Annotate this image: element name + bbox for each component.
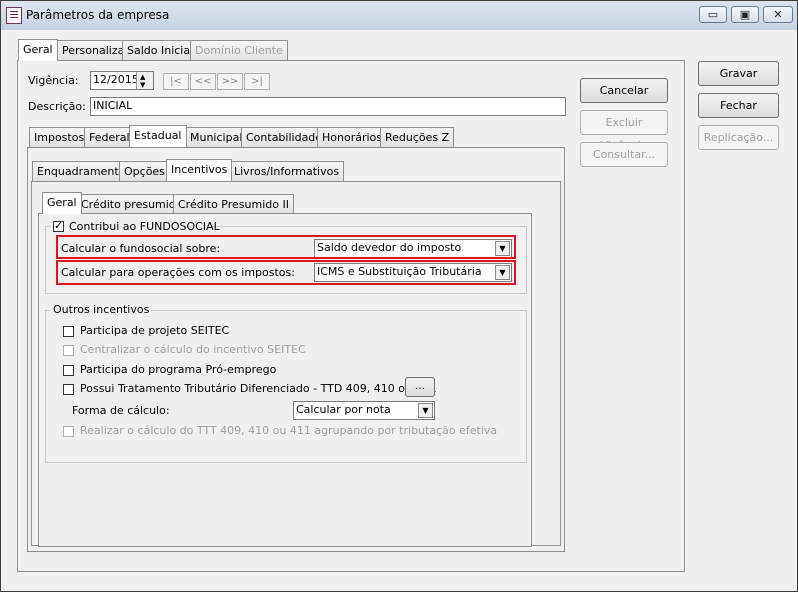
minimize-button[interactable]: ▭ xyxy=(699,6,727,23)
forma-calculo-value: Calcular por nota xyxy=(296,403,391,416)
fundosocial-checkbox[interactable]: ✓ xyxy=(53,220,64,232)
fechar-button[interactable]: Fechar xyxy=(698,93,779,118)
seitec-label: Participa de projeto SEITEC xyxy=(80,324,230,337)
tab-geral[interactable]: Geral xyxy=(18,39,58,61)
fundosocial-header: ✓ Contribui ao FUNDOSOCIAL xyxy=(51,219,220,235)
fundosocial-label: Contribui ao FUNDOSOCIAL xyxy=(69,220,220,233)
tab-reducoes-z[interactable]: Reduções Z xyxy=(380,127,455,147)
ttd-checkbox[interactable] xyxy=(63,384,74,395)
vigencia-label: Vigência: xyxy=(28,74,79,87)
geral-panel: Vigência: 12/2015 ▲ ▼ |< << >> >| Descri… xyxy=(17,60,685,572)
tab-credito-presumido[interactable]: Crédito presumido xyxy=(76,194,188,214)
tab-incentivos-geral[interactable]: Geral xyxy=(42,192,82,214)
tab-contabilidade[interactable]: Contabilidade xyxy=(241,127,328,147)
estadual-panel: Enquadramento Opções Incentivos Livros/I… xyxy=(27,147,565,552)
gravar-button[interactable]: Gravar xyxy=(698,61,779,86)
tab-enquadramento[interactable]: Enquadramento xyxy=(32,161,131,181)
highlight-box-sobre xyxy=(56,235,516,259)
tab-opcoes[interactable]: Opções xyxy=(119,161,170,181)
pro-emprego-checkbox[interactable] xyxy=(63,365,74,376)
descricao-input[interactable]: INICIAL xyxy=(90,97,566,116)
window-title: Parâmetros da empresa xyxy=(26,8,170,22)
document-icon xyxy=(6,7,22,24)
tab-incentivos[interactable]: Incentivos xyxy=(166,159,233,181)
prev-button[interactable]: << xyxy=(190,73,216,90)
vigencia-spinner[interactable]: ▲ ▼ xyxy=(136,72,153,89)
forma-calculo-label: Forma de cálculo: xyxy=(72,404,170,417)
title-bar[interactable]: Parâmetros da empresa ▭ ▣ ✕ xyxy=(1,1,797,30)
consultar-button[interactable]: Consultar... xyxy=(580,142,668,167)
excluir-vigencia-button[interactable]: Excluir Vigência xyxy=(580,110,668,152)
realizar-checkbox[interactable] xyxy=(63,426,74,437)
parametros-window: Parâmetros da empresa ▭ ▣ ✕ Geral Person… xyxy=(0,0,798,592)
incentivos-geral-panel: ✓ Contribui ao FUNDOSOCIAL Calcular o fu… xyxy=(38,213,532,547)
tab-honorarios[interactable]: Honorários xyxy=(317,127,388,147)
vigencia-nav: |< << >> >| xyxy=(163,73,271,90)
client-area: Geral Personaliza Saldo Inicial Domínio … xyxy=(8,30,790,584)
ttd-options-button[interactable]: ... xyxy=(405,377,435,397)
spin-up-icon[interactable]: ▲ xyxy=(140,73,145,81)
tab-personaliza[interactable]: Personaliza xyxy=(57,40,130,60)
outros-incentivos-title: Outros incentivos xyxy=(51,303,152,316)
centralizar-label: Centralizar o cálculo do incentivo SEITE… xyxy=(80,343,306,356)
tab-impostos[interactable]: Impostos xyxy=(29,127,90,147)
tab-municipal[interactable]: Municipal xyxy=(185,127,248,147)
highlight-box-operacoes xyxy=(56,260,516,285)
tab-federal[interactable]: Federal xyxy=(84,127,135,147)
spin-down-icon[interactable]: ▼ xyxy=(140,81,145,89)
replicacao-button[interactable]: Replicação... xyxy=(698,125,779,150)
chevron-down-icon[interactable]: ▼ xyxy=(418,403,433,418)
realizar-label: Realizar o cálculo do TTT 409, 410 ou 41… xyxy=(80,424,498,437)
incentivos-panel: Geral Crédito presumido Crédito Presumid… xyxy=(31,181,561,547)
last-button[interactable]: >| xyxy=(244,73,270,90)
next-button[interactable]: >> xyxy=(217,73,243,90)
tab-estadual[interactable]: Estadual xyxy=(129,125,187,147)
ttd-label: Possui Tratamento Tributário Diferenciad… xyxy=(80,382,437,395)
first-button[interactable]: |< xyxy=(163,73,189,90)
descricao-label: Descrição: xyxy=(28,100,86,113)
forma-calculo-select[interactable]: Calcular por nota ▼ xyxy=(293,401,435,420)
close-button[interactable]: ✕ xyxy=(763,6,793,23)
cancelar-button[interactable]: Cancelar xyxy=(580,78,668,103)
tab-dominio-cliente[interactable]: Domínio Cliente xyxy=(190,40,288,60)
centralizar-checkbox[interactable] xyxy=(63,345,74,356)
seitec-checkbox[interactable] xyxy=(63,326,74,337)
maximize-button[interactable]: ▣ xyxy=(731,6,759,23)
tab-credito-presumido-ii[interactable]: Crédito Presumido II xyxy=(173,194,294,214)
pro-emprego-label: Participa do programa Pró-emprego xyxy=(80,363,277,376)
tab-saldo-inicial[interactable]: Saldo Inicial xyxy=(122,40,199,60)
tab-livros-informativos[interactable]: Livros/Informativos xyxy=(229,161,345,181)
